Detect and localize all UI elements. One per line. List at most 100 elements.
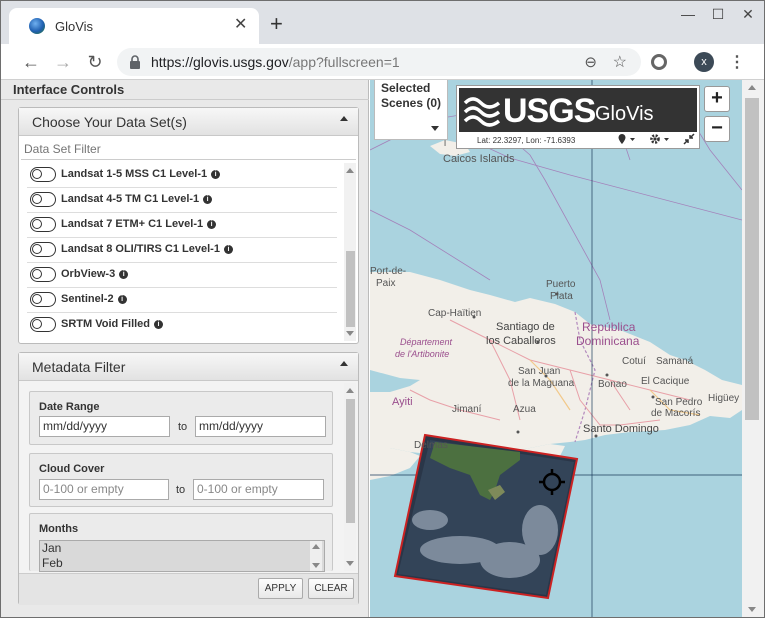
map-label-dept-2: de l'Artibonite [395,349,450,359]
scroll-down-icon[interactable] [346,331,354,336]
url-host: https://glovis.usgs.gov [151,54,289,70]
dataset-item[interactable]: Landsat 1-5 MSS C1 Level-1 i [27,163,337,188]
collapse-caret-icon[interactable] [340,361,348,366]
metadata-panel-header[interactable]: Metadata Filter [19,353,358,381]
toggle-switch[interactable] [30,242,56,257]
scroll-thumb[interactable] [745,98,759,420]
glovis-wordmark: GloVis [595,103,654,125]
tab-close-icon[interactable]: ✕ [234,16,247,34]
map-label-san-juan-1: San Juan [518,366,561,377]
toggle-switch[interactable] [30,267,56,282]
map-label-ayiti: Ayiti [392,396,413,408]
scroll-thumb[interactable] [346,251,355,327]
zoom-out-button[interactable]: − [704,116,730,142]
info-icon[interactable]: i [119,270,129,279]
map-label-caicos: Caicos Islands [443,153,515,165]
scroll-up-icon[interactable] [346,168,354,173]
dropdown-caret-icon[interactable] [431,126,439,131]
page-scrollbar[interactable] [742,80,764,617]
bookmark-star-icon[interactable]: ☆ [613,52,627,72]
new-tab-button[interactable]: + [270,13,283,35]
toggle-switch[interactable] [30,167,56,182]
gear-icon[interactable] [649,133,671,147]
cloud-cover-section: Cloud Cover 0-100 or empty to 0-100 or e… [29,453,333,507]
clear-button[interactable]: CLEAR [308,578,354,599]
close-window-button[interactable]: ✕ [733,5,763,25]
month-option[interactable]: Jan [40,541,324,556]
selected-scenes-label: Selected Scenes (0) [381,81,442,110]
metadata-scrollbar[interactable] [344,383,356,571]
profile-avatar[interactable]: x [694,52,714,72]
url-path: /app?fullscreen=1 [288,54,400,70]
dataset-item[interactable]: SRTM Void Filled i [27,313,337,338]
dataset-item[interactable]: Landsat 7 ETM+ C1 Level-1 i [27,213,337,238]
scroll-down-icon[interactable] [748,607,756,612]
map-label-bonao: Bonao [598,379,627,390]
location-marker-icon[interactable] [617,133,637,147]
info-icon[interactable]: i [207,220,217,229]
info-icon[interactable]: i [211,170,221,179]
toggle-switch[interactable] [30,192,56,207]
tab-glovis[interactable]: GloVis ✕ [9,8,259,44]
date-range-section: Date Range mm/dd/yyyy to mm/dd/yyyy [29,391,333,445]
toggle-switch[interactable] [30,292,56,307]
dataset-item[interactable]: OrbView-3 i [27,263,337,288]
date-to-input[interactable]: mm/dd/yyyy [195,416,326,437]
months-scrollbar[interactable] [310,541,322,571]
sidebar-title: Interface Controls [13,82,125,97]
map-label-puerto-plata-2: Plata [550,291,573,302]
page: Interface Controls Choose Your Data Set(… [1,80,764,617]
scroll-up-icon[interactable] [748,85,756,90]
usgs-waves-icon [463,97,501,127]
zoom-icon[interactable]: ⊖ [584,53,597,71]
toggle-switch[interactable] [30,217,56,232]
selected-scenes-dropdown[interactable]: Selected Scenes (0) [374,80,448,140]
browser-window: GloVis ✕ + — ☐ ✕ ← → ↻ https://glovis.us… [0,0,765,618]
scroll-thumb[interactable] [346,399,355,523]
cloud-from-input[interactable]: 0-100 or empty [39,479,169,500]
scroll-down-icon[interactable] [346,561,354,566]
month-option[interactable]: Feb [40,556,324,571]
maximize-button[interactable]: ☐ [703,5,733,25]
collapse-arrows-icon[interactable] [683,133,695,147]
dataset-item[interactable]: Sentinel-2 i [27,288,337,313]
months-select[interactable]: Jan Feb [39,540,325,572]
extension-icon[interactable] [651,54,667,70]
dataset-item[interactable]: Landsat 4-5 TM C1 Level-1 i [27,188,337,213]
toggle-switch[interactable] [30,317,56,332]
map-label-san-juan-2: de la Maguana [508,378,575,389]
date-range-label: Date Range [39,401,100,413]
cloud-to-input[interactable]: 0-100 or empty [193,479,324,500]
zoom-in-button[interactable]: + [704,86,730,112]
dataset-filter-input[interactable] [21,138,356,160]
map-label-republica: República [582,320,636,334]
map-view[interactable]: T Caicos Islands Port-de- Paix Puerto Pl… [370,80,742,617]
scene-footprint[interactable] [393,433,579,600]
globe-icon [29,18,45,34]
dataset-list-scrollbar[interactable] [344,163,356,341]
scroll-up-icon[interactable] [346,388,354,393]
reload-icon[interactable]: ↻ [83,50,107,74]
metadata-footer: APPLY CLEAR [19,573,358,605]
collapse-caret-icon[interactable] [340,116,348,121]
info-icon[interactable]: i [203,195,213,204]
info-icon[interactable]: i [117,295,127,304]
scroll-up-icon[interactable] [312,544,320,549]
map-label-santiago-1: Santiago de [496,321,555,333]
dataset-panel-header[interactable]: Choose Your Data Set(s) [19,108,358,136]
back-icon[interactable]: ← [19,50,43,74]
info-icon[interactable]: i [154,320,164,329]
info-icon[interactable]: i [223,245,233,254]
dataset-item[interactable]: Landsat 8 OLI/TIRS C1 Level-1 i [27,238,337,263]
address-bar[interactable]: https://glovis.usgs.gov/app?fullscreen=1… [117,48,641,76]
browser-toolbar: ← → ↻ https://glovis.usgs.gov/app?fullsc… [1,44,764,80]
date-from-input[interactable]: mm/dd/yyyy [39,416,170,437]
apply-button[interactable]: APPLY [258,578,303,599]
browser-menu-icon[interactable]: ⋮ [729,52,745,72]
forward-icon[interactable]: → [51,50,75,74]
usgs-wordmark: USGS [503,92,596,130]
interface-controls-sidebar: Interface Controls Choose Your Data Set(… [1,80,369,617]
scroll-down-icon[interactable] [312,563,320,568]
minimize-button[interactable]: — [673,5,703,25]
metadata-panel-title: Metadata Filter [32,359,126,375]
